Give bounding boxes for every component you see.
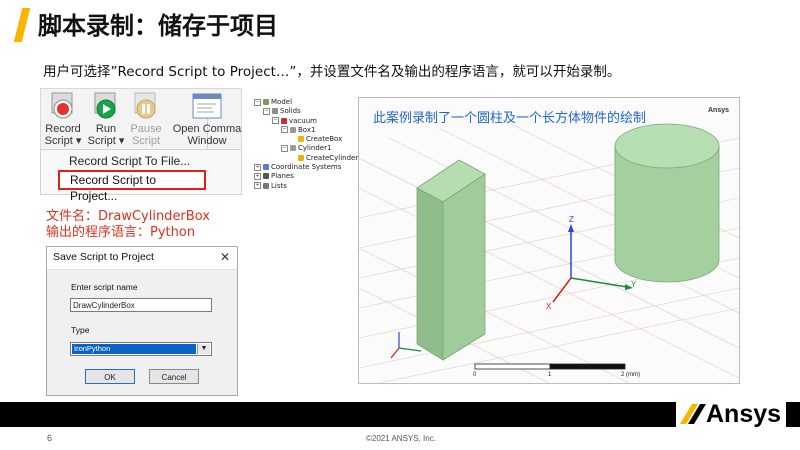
tree-item-model[interactable]: − Model — [254, 98, 354, 107]
cancel-button[interactable]: Cancel — [149, 369, 199, 384]
script-name-input[interactable]: DrawCylinderBox — [70, 298, 212, 312]
planes-icon — [263, 173, 269, 180]
tree-item-create-cylinder[interactable]: CreateCylinder — [254, 154, 358, 163]
run-script-button[interactable]: Run Script ▾ — [87, 89, 125, 147]
pause-icon — [132, 91, 160, 121]
material-icon — [281, 117, 287, 124]
open-label-2: Window — [187, 135, 227, 147]
pause-script-button[interactable]: Pause Script — [127, 89, 165, 147]
run-label-2: Script ▾ — [87, 135, 125, 147]
intro-text: 用户可选择”Record Script to Project…”，并设置文件名及… — [43, 64, 621, 80]
collapse-icon[interactable]: − — [272, 117, 279, 125]
viewport-caption: 此案例录制了一个圆柱及一个长方体物件的绘制 — [373, 111, 647, 126]
cylinder-top — [614, 123, 720, 169]
dialog-title: Save Script to Project — [53, 251, 154, 263]
tree-item-planes[interactable]: + Planes — [254, 172, 354, 181]
tree-item-lists[interactable]: + Lists — [254, 182, 354, 191]
tree-item-vacuum[interactable]: − vacuum — [254, 117, 354, 126]
pause-label-2: Script — [131, 135, 161, 147]
scale-label-0: 0 — [473, 372, 477, 378]
lists-icon — [263, 182, 269, 189]
copyright: ©2021 ANSYS, Inc. — [366, 434, 436, 443]
solids-icon — [272, 108, 278, 115]
page-number: 6 — [47, 433, 53, 443]
scale-bar-white — [474, 363, 551, 370]
ribbon-toolbar: Record Script ▾ Run Script ▾ Pause Scrip… — [40, 88, 242, 156]
scale-label-1: 1 — [548, 372, 552, 378]
collapse-icon[interactable]: − — [254, 98, 261, 106]
record-script-button[interactable]: Record Script ▾ — [43, 89, 83, 147]
command-window-icon — [190, 91, 224, 121]
record-label-2: Script ▾ — [44, 135, 82, 147]
3d-viewport[interactable]: 此案例录制了一个圆柱及一个长方体物件的绘制 Ansys Z Y X 0 1 2 … — [358, 97, 740, 384]
tree-item-create-box[interactable]: CreateBox — [254, 135, 354, 144]
collapse-icon[interactable]: − — [281, 126, 288, 134]
axis-z-label: Z — [569, 215, 574, 224]
y-axis — [570, 277, 628, 288]
dialog-titlebar: Save Script to Project ✕ — [47, 247, 237, 270]
pause-label-1: Pause — [130, 123, 162, 135]
operation-icon — [298, 154, 304, 161]
menu-record-to-project[interactable]: Record Script to Project... — [58, 170, 206, 203]
tree-item-solids[interactable]: − Solids — [254, 107, 354, 116]
axis-x-label: X — [546, 302, 552, 311]
language-note: 输出的程序语言：Python — [46, 225, 196, 240]
x-axis — [552, 277, 572, 303]
operation-icon — [298, 136, 304, 143]
object-icon — [290, 145, 296, 152]
box-right-face — [442, 173, 486, 361]
open-command-window-button[interactable]: Open Comma Window — [171, 89, 243, 147]
save-script-dialog: Save Script to Project ✕ Enter script na… — [46, 246, 238, 396]
page-title: 脚本录制：储存于项目 — [38, 12, 278, 40]
viewport-brand: Ansys — [707, 107, 729, 114]
scale-bar-black — [549, 363, 626, 370]
menu-record-to-file[interactable]: Record Script To File... — [69, 154, 190, 168]
run-label-1: Run — [95, 123, 117, 135]
record-icon — [49, 91, 77, 121]
chevron-down-icon[interactable]: ▼ — [197, 344, 210, 354]
scale-label-2: 2 (mm) — [621, 372, 640, 378]
ok-button[interactable]: OK — [85, 369, 135, 384]
object-icon — [290, 126, 296, 133]
collapse-icon[interactable]: − — [281, 144, 288, 152]
open-label-1: Open Comma — [172, 123, 242, 135]
type-label: Type — [71, 325, 90, 335]
expand-icon[interactable]: + — [254, 172, 261, 180]
footer-brand-text: Ansys — [706, 400, 782, 428]
script-name-label: Enter script name — [71, 282, 138, 292]
tree-item-coordinate-systems[interactable]: + Coordinate Systems — [254, 163, 354, 172]
type-selected-value: IronPython — [72, 344, 196, 354]
title-accent-bar — [13, 8, 31, 42]
model-icon — [263, 99, 269, 105]
box-left-face — [416, 187, 444, 361]
collapse-icon[interactable]: − — [263, 107, 270, 115]
expand-icon[interactable]: + — [254, 163, 261, 171]
ansys-logo: Ansys — [676, 400, 786, 428]
record-label-1: Record — [45, 123, 81, 135]
tree-item-box1[interactable]: − Box1 — [254, 126, 354, 135]
axis-y-label: Y — [631, 280, 637, 289]
tree-item-cylinder1[interactable]: − Cylinder1 — [254, 144, 354, 153]
viewport-canvas — [359, 117, 739, 383]
coordinate-icon — [263, 164, 269, 171]
model-tree: − Model − Solids − vacuum − Box1 CreateBox −… — [254, 98, 358, 191]
record-dropdown-menu: Record Script To File... Record Script t… — [40, 149, 242, 203]
expand-icon[interactable]: + — [254, 182, 261, 190]
type-select[interactable]: IronPython ▼ — [70, 342, 212, 356]
close-icon[interactable]: ✕ — [220, 250, 230, 264]
run-icon — [92, 91, 120, 121]
